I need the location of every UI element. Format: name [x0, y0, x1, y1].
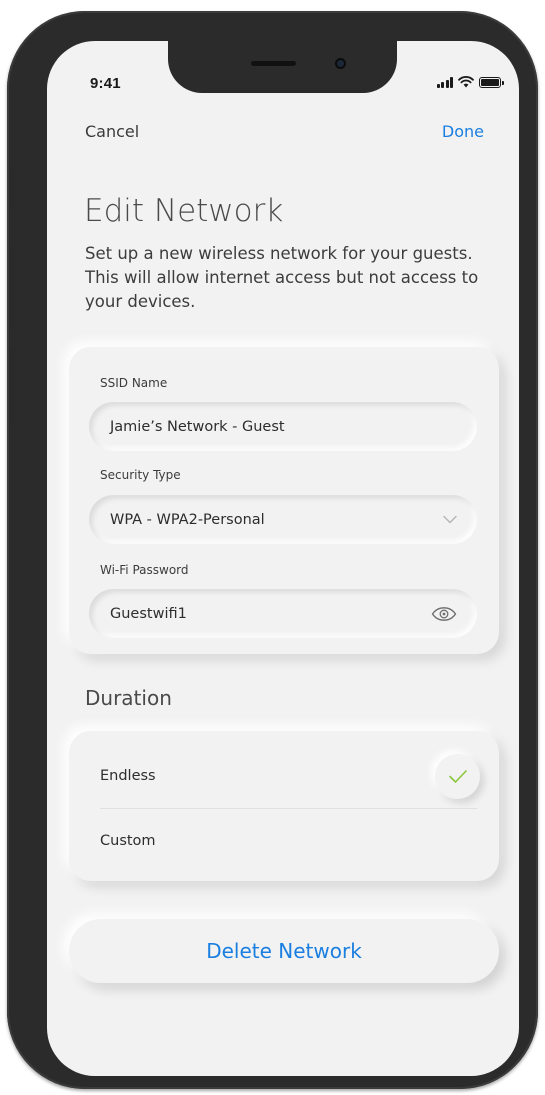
- security-type-value: WPA - WPA2-Personal: [110, 511, 265, 528]
- password-value: Guestwifi1: [110, 605, 187, 622]
- duration-option-label: Endless: [100, 768, 156, 784]
- wifi-icon: [458, 76, 474, 88]
- duration-card: Endless Custom: [69, 731, 499, 881]
- duration-heading: Duration: [85, 686, 172, 710]
- page-description: Set up a new wireless network for your g…: [85, 244, 479, 311]
- front-camera: [335, 58, 346, 69]
- mute-switch: [10, 169, 16, 209]
- ssid-value: Jamie’s Network - Guest: [110, 418, 285, 435]
- speaker-grille: [251, 61, 296, 66]
- duration-option-custom[interactable]: Custom: [100, 811, 478, 871]
- notch: [168, 41, 397, 93]
- eye-icon[interactable]: [431, 606, 457, 621]
- ssid-label: SSID Name: [100, 376, 168, 390]
- chevron-down-icon: [443, 515, 457, 524]
- duration-option-label: Custom: [100, 833, 156, 849]
- duration-divider: [100, 808, 477, 809]
- screen: 9:41 Cancel Done Edit Network Set up a n…: [47, 41, 519, 1076]
- delete-network-button[interactable]: Delete Network: [69, 919, 499, 983]
- battery-icon: [479, 77, 504, 88]
- cancel-button[interactable]: Cancel: [85, 122, 139, 141]
- phone-frame: 9:41 Cancel Done Edit Network Set up a n…: [7, 11, 538, 1089]
- security-type-select[interactable]: WPA - WPA2-Personal: [89, 495, 477, 544]
- page-title: Edit Network: [84, 193, 284, 229]
- duration-option-endless[interactable]: Endless: [100, 746, 480, 806]
- ssid-input[interactable]: Jamie’s Network - Guest: [89, 402, 477, 451]
- volume-down-button: [10, 347, 16, 425]
- selected-indicator: [435, 753, 480, 799]
- network-settings-card: SSID Name Jamie’s Network - Guest Securi…: [69, 347, 499, 654]
- volume-up-button: [10, 249, 16, 327]
- password-label: Wi-Fi Password: [100, 563, 189, 577]
- security-type-label: Security Type: [100, 468, 181, 482]
- done-button[interactable]: Done: [442, 122, 484, 141]
- status-icons: [436, 76, 504, 88]
- status-time: 9:41: [90, 75, 121, 92]
- checkmark-icon: [448, 769, 467, 783]
- cellular-signal-icon: [436, 77, 453, 88]
- password-input[interactable]: Guestwifi1: [89, 589, 477, 638]
